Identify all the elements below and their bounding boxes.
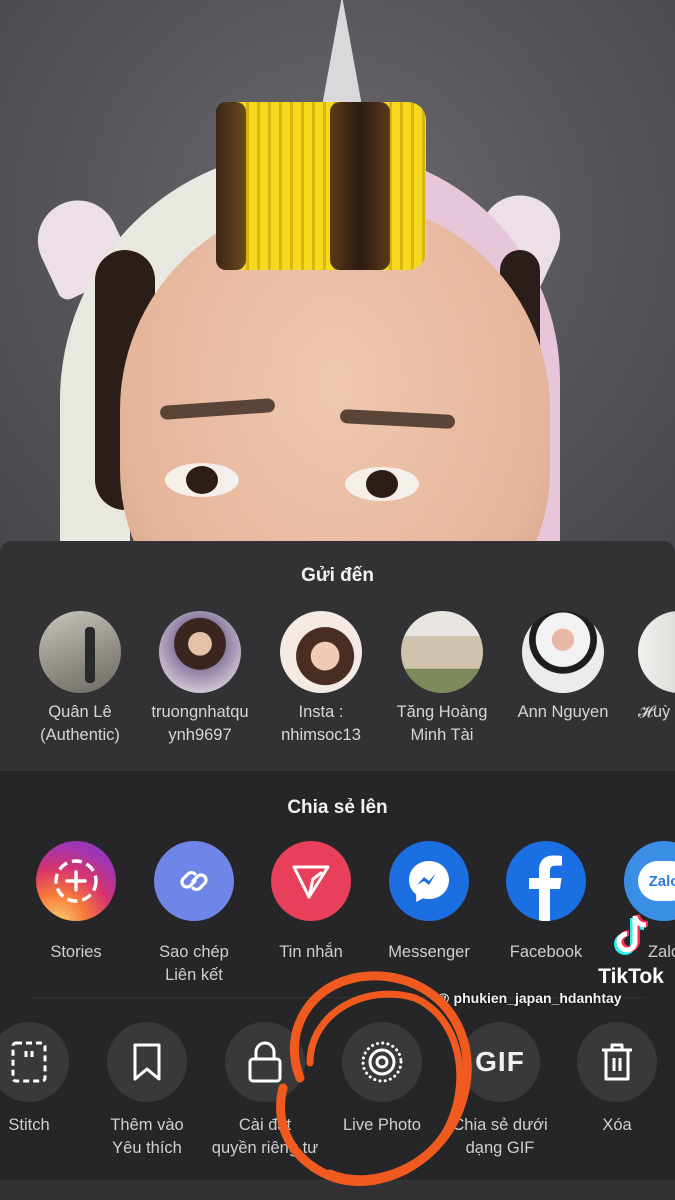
- privacy-settings-button[interactable]: Cài đặt quyền riêng tư: [206, 1022, 324, 1160]
- tiktok-watermark: TikTok: [586, 912, 675, 989]
- zalo-icon-text: Zalo: [638, 861, 675, 901]
- contact-item[interactable]: 𝓗uỳ: [620, 611, 675, 724]
- avatar: [522, 611, 604, 693]
- app-label: Messenger: [388, 943, 470, 961]
- contact-item[interactable]: Insta : nhimsoc13: [262, 611, 380, 747]
- bookmark-icon: [107, 1022, 187, 1102]
- action-label: Xóa: [602, 1116, 632, 1134]
- direct-message-button[interactable]: Tin nhắn: [252, 841, 370, 964]
- facebook-icon: [506, 841, 586, 921]
- contact-name: Minh Tài: [410, 726, 474, 744]
- avatar: [280, 611, 362, 693]
- contact-name: Insta :: [298, 703, 344, 721]
- action-label: Cài đặt: [238, 1116, 292, 1134]
- action-label: Stitch: [8, 1116, 50, 1134]
- contact-item[interactable]: Tăng Hoàng Minh Tài: [383, 611, 501, 747]
- gif-icon-text: GIF: [475, 1046, 525, 1077]
- gif-icon: GIF: [460, 1022, 540, 1102]
- contact-name: nhimsoc13: [281, 726, 361, 744]
- contact-name: Ann Nguyen: [517, 703, 609, 721]
- link-icon: [154, 841, 234, 921]
- live-photo-button[interactable]: Live Photo: [323, 1022, 441, 1137]
- tiktok-brand-text: TikTok: [598, 965, 664, 988]
- avatar: [39, 611, 121, 693]
- delete-button[interactable]: Xóa: [558, 1022, 675, 1137]
- direct-message-icon: [271, 841, 351, 921]
- messenger-button[interactable]: Messenger: [370, 841, 488, 964]
- contact-item[interactable]: Ann Nguyen: [504, 611, 622, 724]
- avatar: [401, 611, 483, 693]
- contact-item[interactable]: truongnhatqu ynh9697: [141, 611, 259, 747]
- stitch-icon: [0, 1022, 69, 1102]
- action-label: Thêm vào: [110, 1116, 184, 1134]
- share-stories-button[interactable]: Stories: [17, 841, 135, 964]
- action-label: Chia sẻ dưới: [452, 1116, 548, 1134]
- eye-left: [165, 463, 239, 497]
- sheet-bottom-bar: [0, 1180, 675, 1200]
- share-to-title: Chia sẻ lên: [287, 797, 388, 818]
- eye-right: [345, 467, 419, 501]
- action-label: Live Photo: [343, 1116, 421, 1134]
- app-label: Stories: [50, 943, 102, 961]
- add-to-favorites-button[interactable]: Thêm vào Yêu thích: [88, 1022, 206, 1160]
- share-as-gif-button[interactable]: GIF Chia sẻ dưới dạng GIF: [441, 1022, 559, 1160]
- rolled-hair: [330, 102, 390, 270]
- contact-name: 𝓗uỳ: [638, 703, 671, 721]
- contact-name: (Authentic): [40, 726, 120, 744]
- live-photo-icon: [342, 1022, 422, 1102]
- avatar: [159, 611, 241, 693]
- app-label: Sao chép: [159, 943, 229, 961]
- contact-name: Tăng Hoàng: [396, 703, 488, 721]
- unicorn-horn: [322, 0, 362, 106]
- app-label: Tin nhắn: [279, 943, 343, 961]
- stitch-button[interactable]: Stitch: [0, 1022, 88, 1137]
- action-label: Yêu thích: [112, 1139, 182, 1157]
- app-label: Liên kết: [165, 966, 223, 984]
- tiktok-logo-icon: [614, 914, 649, 955]
- zalo-icon: Zalo: [624, 841, 675, 921]
- stories-icon: [36, 841, 116, 921]
- copy-link-button[interactable]: Sao chép Liên kết: [135, 841, 253, 987]
- video-background: [0, 0, 675, 560]
- action-label: quyền riêng tư: [211, 1139, 319, 1157]
- avatar: [638, 611, 675, 693]
- lock-icon: [225, 1022, 305, 1102]
- contact-name: truongnhatqu: [151, 703, 249, 721]
- contact-name: Quân Lê: [48, 703, 112, 721]
- contact-item[interactable]: Quân Lê (Authentic): [21, 611, 139, 747]
- contact-name: ynh9697: [168, 726, 232, 744]
- action-label: dạng GIF: [465, 1139, 535, 1157]
- messenger-icon: [389, 841, 469, 921]
- hair-roller: [216, 102, 426, 270]
- send-to-title: Gửi đến: [301, 565, 374, 586]
- send-to-section: Gửi đến Quân Lê (Authentic) truongnhatqu…: [0, 541, 675, 771]
- watermark-handle: @ phukien_japan_hdanhtay: [436, 990, 622, 1006]
- share-sheet: Gửi đến Quân Lê (Authentic) truongnhatqu…: [0, 541, 675, 1200]
- trash-icon: [577, 1022, 657, 1102]
- rolled-hair: [216, 102, 246, 270]
